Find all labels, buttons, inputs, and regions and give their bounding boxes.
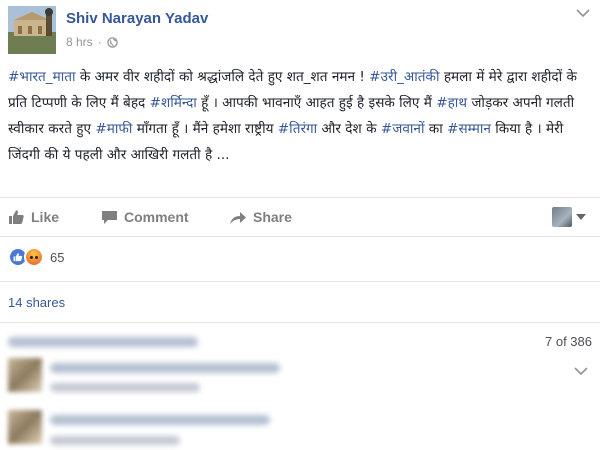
share-button[interactable]: Share (229, 198, 292, 236)
caret-down-icon (576, 213, 586, 220)
post-time[interactable]: 8 hrs (66, 35, 93, 49)
share-label: Share (253, 209, 292, 225)
post-text-fragment: हूँ । आपकी भावनाएँ आहत हुई है इसके लिए म… (196, 95, 437, 111)
hashtag-link[interactable]: #सम्मान (447, 121, 491, 137)
meta-separator: · (97, 35, 102, 49)
post-text-fragment: और देश के (317, 121, 381, 137)
post-header: Shiv Narayan Yadav 8 hrs · (0, 0, 600, 58)
thumbs-up-icon (9, 210, 24, 224)
globe-icon[interactable] (106, 36, 118, 48)
hashtag-link[interactable]: #हाथ (436, 95, 467, 111)
shares-link[interactable]: 14 shares (8, 295, 65, 310)
like-button[interactable]: Like (8, 198, 59, 236)
comment-meta-blurred (50, 436, 180, 445)
comment-label: Comment (124, 209, 189, 225)
hashtag-link[interactable]: #माफी (95, 121, 132, 137)
share-arrow-icon (230, 211, 246, 224)
hashtag-link[interactable]: #उरी_आतंकी (369, 69, 439, 85)
commenter-avatar[interactable] (8, 410, 42, 444)
comment-pager: 7 of 386 (545, 334, 592, 349)
reaction-summary[interactable]: 65 (8, 246, 64, 268)
view-previous-comments-link[interactable] (8, 337, 198, 347)
commenter-avatar[interactable] (8, 358, 42, 392)
divider (0, 281, 600, 282)
comment-button[interactable]: Comment (101, 198, 189, 236)
hashtag-link[interactable]: #भारत_माता (8, 69, 76, 85)
comment-text-blurred (50, 415, 270, 425)
reaction-count: 65 (50, 249, 65, 265)
viewer-avatar (552, 207, 572, 227)
post-action-bar: Like Comment Share (0, 197, 600, 237)
author-avatar[interactable] (8, 6, 56, 54)
hashtag-link[interactable]: #तिरंगा (278, 121, 317, 137)
post-text-fragment: माँगता हूँ । मैंने हमेशा राष्ट्रीय (132, 121, 278, 137)
like-label: Like (31, 209, 60, 225)
post-text-fragment: का (424, 121, 448, 137)
post-options-chevron-icon[interactable] (576, 8, 590, 18)
post-as-selector[interactable] (552, 207, 586, 227)
post-body: #भारत_माता के अमर वीर शहीदों को श्रद्धां… (8, 64, 596, 168)
divider (0, 322, 600, 323)
author-name[interactable]: Shiv Narayan Yadav (66, 10, 208, 27)
post-meta: 8 hrs · (66, 35, 118, 49)
angry-reaction-icon (24, 247, 44, 267)
hashtag-link[interactable]: #जवानों (381, 121, 425, 137)
comment-options-chevron-icon[interactable] (574, 366, 588, 376)
hashtag-link[interactable]: #शर्मिन्दा (150, 95, 197, 111)
comment-bubble-icon (102, 210, 117, 224)
post-text-fragment: के अमर वीर शहीदों को श्रद्धांजलि देते हु… (75, 69, 370, 85)
avatar-image (8, 6, 56, 54)
comment-meta-blurred (50, 383, 200, 392)
comment-text-blurred (50, 363, 280, 373)
